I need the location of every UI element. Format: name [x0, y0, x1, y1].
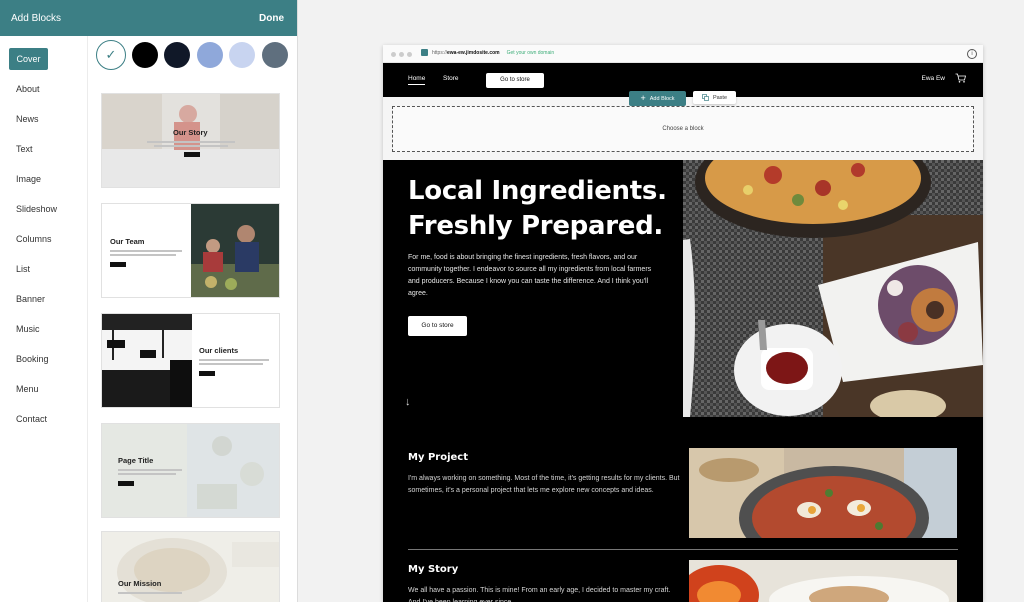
thumbnail-text-line: [110, 250, 182, 252]
window-dot: [391, 52, 396, 57]
url-prefix: https://: [432, 49, 448, 56]
projects-section: My Project I'm always working on somethi…: [383, 417, 983, 602]
category-image[interactable]: Image: [9, 168, 48, 190]
thumbnail-button: [110, 262, 126, 267]
hero-title-line-2: Freshly Prepared.: [408, 211, 663, 241]
choose-block-placeholder[interactable]: Choose a block: [392, 106, 974, 152]
swatch-blue[interactable]: [197, 42, 223, 68]
hero-go-to-store-button[interactable]: Go to store: [408, 316, 467, 336]
add-blocks-panel: Add Blocks Done Cover About News Text Im…: [0, 0, 298, 602]
team-photo-image: [191, 204, 279, 297]
block-category-list: Cover About News Text Image Slideshow Co…: [0, 36, 88, 602]
thumbnail-text-line: [199, 363, 263, 365]
add-block-label: Add Block: [649, 95, 675, 102]
plus-icon: +: [640, 93, 646, 103]
url-host: ewa-ew.jimdosite.com: [447, 49, 500, 56]
thumbnail-text-line: [118, 469, 182, 471]
thumbnail-title: Page Title: [118, 456, 154, 465]
nav-home[interactable]: Home: [408, 75, 426, 85]
thumbnail-button: [184, 152, 200, 157]
category-booking[interactable]: Booking: [9, 348, 56, 370]
done-button[interactable]: Done: [259, 13, 284, 24]
nav-store[interactable]: Store: [443, 75, 459, 82]
plates-photo-image: [689, 560, 957, 602]
market-photo-image: [102, 424, 279, 517]
thumbnail-text-line: [110, 254, 176, 256]
thumbnail-button: [118, 481, 134, 486]
get-domain-link[interactable]: Get your own domain: [507, 50, 555, 56]
hero-description: For me, food is about bringing the fines…: [408, 254, 652, 297]
thumbnail-text-line: [118, 592, 182, 594]
window-dot: [407, 52, 412, 57]
thumbnail-title: Our Mission: [118, 579, 162, 588]
thumbnail-text-line: [118, 473, 176, 475]
nav-go-to-store-button[interactable]: Go to store: [486, 73, 544, 88]
panel-header: Add Blocks Done: [0, 0, 297, 36]
color-swatches: ✓: [96, 40, 292, 70]
food-photo-image: [683, 160, 983, 417]
my-project-text: I'm always working on something. Most of…: [408, 475, 680, 494]
block-thumbnail-page-title[interactable]: Page Title: [101, 423, 280, 518]
swatch-black[interactable]: [132, 42, 158, 68]
thumbnail-text-line: [199, 359, 269, 361]
thumbnail-text-line: [147, 141, 235, 143]
category-menu[interactable]: Menu: [9, 378, 46, 400]
thumbnail-title: Our Story: [173, 128, 208, 137]
nav-user-name[interactable]: Ewa Ew: [922, 75, 945, 82]
add-block-button[interactable]: + Add Block: [629, 91, 686, 106]
block-thumbnail-our-story[interactable]: Our Story: [101, 93, 280, 188]
swatch-navy[interactable]: [164, 42, 190, 68]
website-preview: https://ewa-ew.jimdosite.com Get your ow…: [383, 45, 983, 602]
info-icon[interactable]: i: [967, 49, 977, 59]
block-thumbnail-our-clients[interactable]: Our clients: [101, 313, 280, 408]
skillet-photo-image: [689, 448, 957, 538]
category-news[interactable]: News: [9, 108, 46, 130]
hero-title-line-1: Local Ingredients.: [408, 176, 667, 206]
window-dot: [399, 52, 404, 57]
restaurant-photo-image: [102, 314, 192, 407]
paste-icon: [702, 94, 709, 101]
category-text[interactable]: Text: [9, 138, 40, 160]
paste-button[interactable]: Paste: [693, 91, 736, 104]
thumbnail-title: Our clients: [199, 346, 239, 355]
category-columns[interactable]: Columns: [9, 228, 59, 250]
category-banner[interactable]: Banner: [9, 288, 52, 310]
my-project-title: My Project: [408, 452, 468, 463]
hero-section: Local Ingredients. Freshly Prepared. For…: [383, 160, 983, 417]
swatch-light-blue[interactable]: [229, 42, 255, 68]
checkmark-icon: ✓: [105, 47, 117, 62]
category-music[interactable]: Music: [9, 318, 47, 340]
category-about[interactable]: About: [9, 78, 47, 100]
scroll-down-arrow-icon[interactable]: ↓: [405, 396, 411, 408]
category-cover[interactable]: Cover: [9, 48, 48, 70]
thumbnail-button: [199, 371, 215, 376]
site-favicon-icon: [421, 49, 428, 56]
my-story-text: We all have a passion. This is mine! Fro…: [408, 587, 671, 602]
thumbnail-title: Our Team: [110, 237, 145, 246]
browser-bar: https://ewa-ew.jimdosite.com Get your ow…: [383, 45, 983, 63]
category-slideshow[interactable]: Slideshow: [9, 198, 64, 220]
swatch-slate[interactable]: [262, 42, 288, 68]
block-thumbnail-our-team[interactable]: Our Team: [101, 203, 280, 298]
hero-title: Local Ingredients. Freshly Prepared.: [408, 174, 673, 244]
category-list[interactable]: List: [9, 258, 37, 280]
paste-label: Paste: [712, 94, 728, 101]
swatch-white-selected[interactable]: ✓: [96, 40, 126, 70]
category-contact[interactable]: Contact: [9, 408, 54, 430]
thumbnail-text-line: [154, 145, 228, 147]
url-bar[interactable]: https://ewa-ew.jimdosite.com Get your ow…: [421, 49, 554, 56]
block-thumbnail-our-mission[interactable]: Our Mission: [101, 531, 280, 602]
panel-title: Add Blocks: [11, 12, 62, 24]
cart-icon[interactable]: [955, 73, 966, 83]
section-divider: [408, 549, 958, 550]
my-story-title: My Story: [408, 564, 459, 575]
